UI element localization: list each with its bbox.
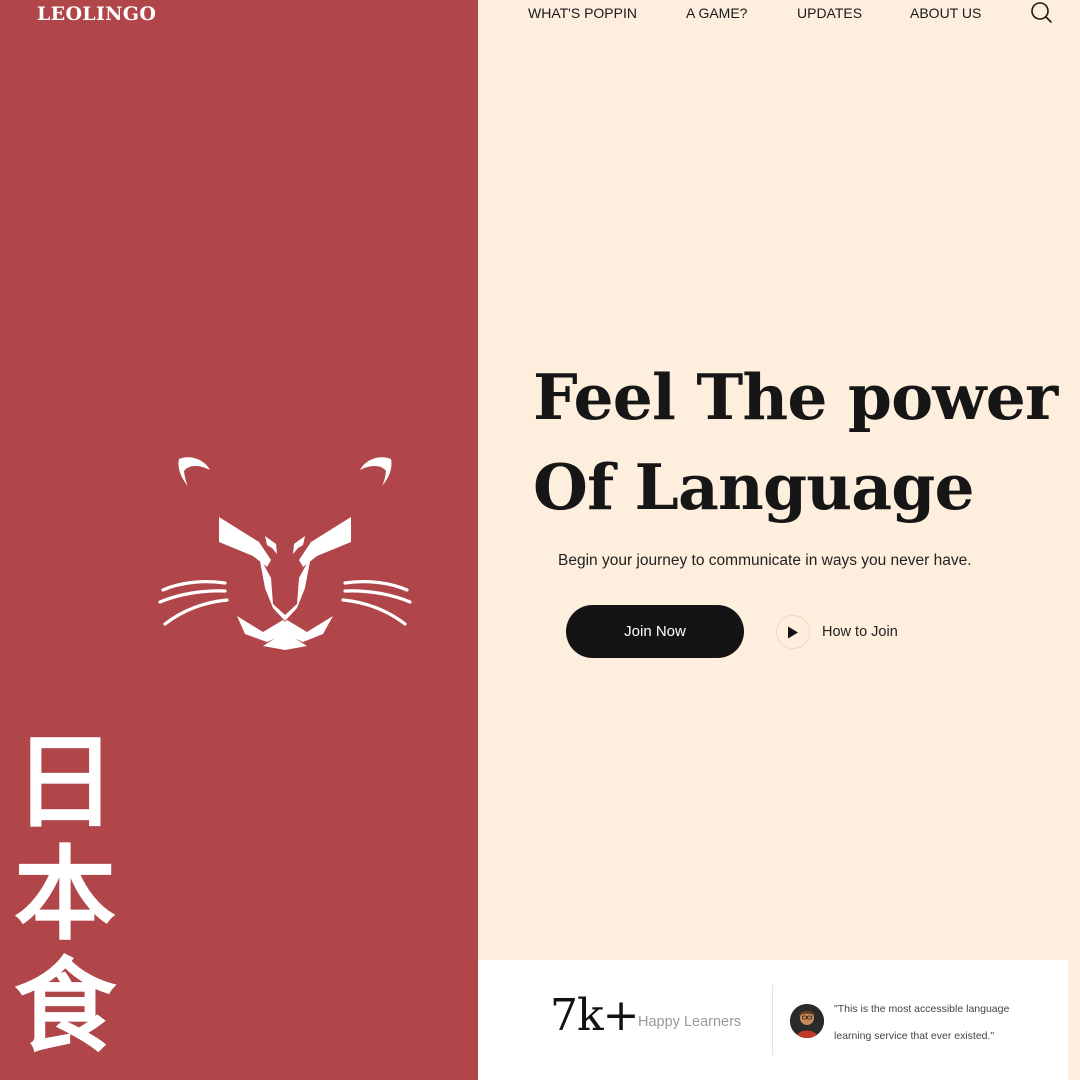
headline-line-2: Of Language	[533, 450, 975, 524]
brand-logo[interactable]: LEOLINGO	[37, 3, 156, 25]
lion-face-icon	[158, 457, 412, 650]
stats-divider	[772, 985, 773, 1055]
avatar-icon	[790, 1004, 824, 1038]
play-button[interactable]	[776, 615, 810, 649]
learner-count: 7k+	[550, 990, 640, 1041]
testimonial-quote: "This is the most accessible language le…	[834, 1003, 1010, 1042]
hero-subheadline: Begin your journey to communicate in way…	[558, 552, 972, 569]
how-to-join-label: How to Join	[822, 624, 898, 640]
how-to-join-link[interactable]: How to Join	[776, 615, 898, 649]
search-icon[interactable]	[1030, 1, 1052, 23]
nav-item-updates[interactable]: UPDATES	[797, 5, 862, 21]
join-now-button[interactable]: Join Now	[566, 605, 744, 658]
kanji-char: 日	[14, 724, 116, 843]
hero-headline: Feel The power Of Language	[533, 352, 1058, 532]
left-panel: LEOLINGO 日 本 食	[0, 0, 478, 1080]
nav-item-about-us[interactable]: ABOUT US	[910, 5, 981, 21]
play-icon	[788, 626, 798, 638]
headline-line-1: Feel The power	[533, 360, 1058, 434]
stats-card: 7k+ Happy Learners "This is the most acc…	[478, 960, 1068, 1080]
nav-item-whats-poppin[interactable]: WHAT'S POPPIN	[528, 5, 637, 21]
kanji-char: 本	[14, 836, 116, 955]
avatar	[790, 1004, 824, 1038]
nav-item-a-game[interactable]: A GAME?	[686, 5, 747, 21]
kanji-title: 日 本 食	[10, 728, 120, 1064]
learner-count-label: Happy Learners	[638, 1014, 742, 1030]
right-panel	[478, 0, 1080, 1080]
kanji-char: 食	[14, 948, 116, 1067]
